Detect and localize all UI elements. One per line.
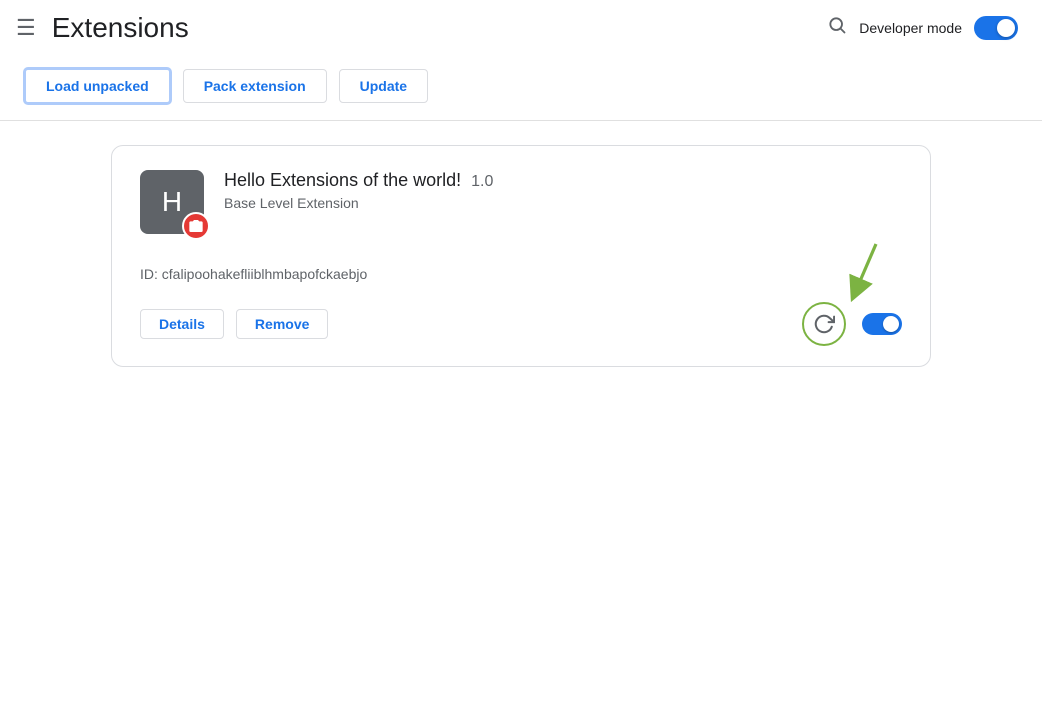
extension-card: H Hello Extensions of the world! 1.0 Bas… [111, 145, 931, 367]
extension-enable-toggle[interactable] [862, 313, 902, 335]
remove-button[interactable]: Remove [236, 309, 328, 339]
header-right: Developer mode [827, 15, 1018, 41]
details-button[interactable]: Details [140, 309, 224, 339]
reload-button-wrap [802, 302, 846, 346]
developer-mode-toggle[interactable] [974, 16, 1018, 40]
search-icon[interactable] [827, 15, 847, 41]
developer-mode-label: Developer mode [859, 20, 962, 36]
extension-icon-badge [182, 212, 210, 240]
toggle-thumb [883, 316, 899, 332]
load-unpacked-button[interactable]: Load unpacked [24, 68, 171, 104]
reload-button[interactable] [802, 302, 846, 346]
extension-version: 1.0 [471, 173, 493, 191]
card-top: H Hello Extensions of the world! 1.0 Bas… [140, 170, 902, 234]
id-label: ID: [140, 266, 158, 282]
card-footer-right [802, 302, 902, 346]
toolbar-divider [0, 120, 1042, 121]
extension-name: Hello Extensions of the world! [224, 170, 461, 191]
extension-icon-wrap: H [140, 170, 204, 234]
page-title: Extensions [52, 12, 189, 44]
id-value: cfalipoohakefliiblhmbapofckaebjo [162, 266, 367, 282]
card-footer-left: Details Remove [140, 309, 328, 339]
pack-extension-button[interactable]: Pack extension [183, 69, 327, 103]
card-footer: Details Remove [140, 302, 902, 346]
toolbar: Load unpacked Pack extension Update [0, 56, 1042, 120]
camera-icon [188, 218, 204, 234]
extension-name-row: Hello Extensions of the world! 1.0 [224, 170, 902, 191]
extensions-area: H Hello Extensions of the world! 1.0 Bas… [0, 145, 1042, 367]
extension-info: Hello Extensions of the world! 1.0 Base … [224, 170, 902, 211]
update-button[interactable]: Update [339, 69, 428, 103]
header-left: ☰ Extensions [16, 12, 189, 44]
header: ☰ Extensions Developer mode [0, 0, 1042, 56]
hamburger-icon[interactable]: ☰ [16, 17, 36, 39]
extension-id: ID: cfalipoohakefliiblhmbapofckaebjo [140, 266, 902, 282]
reload-icon [813, 313, 835, 335]
extension-description: Base Level Extension [224, 195, 902, 211]
